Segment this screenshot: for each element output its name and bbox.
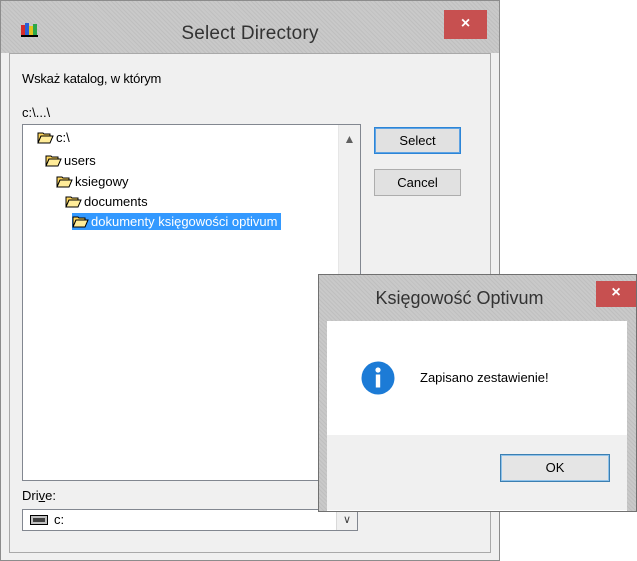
tree-item-label: users: [64, 153, 96, 168]
open-folder-icon: [65, 196, 82, 207]
window-border: [319, 321, 327, 511]
scroll-up-arrow-icon[interactable]: ▲: [339, 132, 360, 146]
info-icon: [361, 361, 395, 395]
tree-item[interactable]: users: [45, 152, 96, 169]
ok-button[interactable]: OK: [500, 454, 610, 482]
tree-item-label: c:\: [56, 130, 70, 145]
tree-item[interactable]: documents: [65, 193, 148, 210]
current-path-label: c:\...\: [22, 105, 51, 120]
open-folder-icon: [72, 216, 89, 227]
prompt-label: Wskaż katalog, w którym: [22, 71, 162, 86]
select-button[interactable]: Select: [374, 127, 461, 154]
tree-item[interactable]: c:\: [37, 129, 70, 146]
drive-value: c:: [54, 512, 65, 527]
message-box-close-button[interactable]: ×: [596, 281, 636, 307]
tree-item-label: dokumenty księgowości optivum: [91, 214, 278, 229]
open-folder-icon: [45, 155, 62, 166]
open-folder-icon: [56, 176, 73, 187]
tree-item-label: documents: [84, 194, 148, 209]
close-button[interactable]: ×: [444, 10, 487, 39]
open-folder-icon: [37, 132, 54, 143]
message-box-title: Księgowość Optivum: [375, 288, 544, 308]
tree-item-selected[interactable]: dokumenty księgowości optivum: [72, 213, 282, 230]
message-box-titlebar[interactable]: Księgowość Optivum ×: [319, 275, 636, 321]
drive-label: Drive:: [22, 488, 56, 503]
tree-item-label: ksiegowy: [75, 174, 129, 189]
drive-select[interactable]: c: ∨: [22, 509, 358, 531]
close-icon: ×: [460, 15, 471, 32]
window-border: [627, 321, 636, 511]
cancel-button[interactable]: Cancel: [374, 169, 461, 196]
drive-icon: [30, 515, 48, 525]
message-text: Zapisano zestawienie!: [420, 370, 549, 385]
select-directory-titlebar[interactable]: Select Directory ×: [1, 1, 499, 53]
tree-item[interactable]: ksiegowy: [56, 173, 128, 190]
chevron-down-icon[interactable]: ∨: [336, 510, 357, 530]
close-icon: ×: [611, 284, 621, 301]
window-title: Select Directory: [181, 23, 319, 44]
